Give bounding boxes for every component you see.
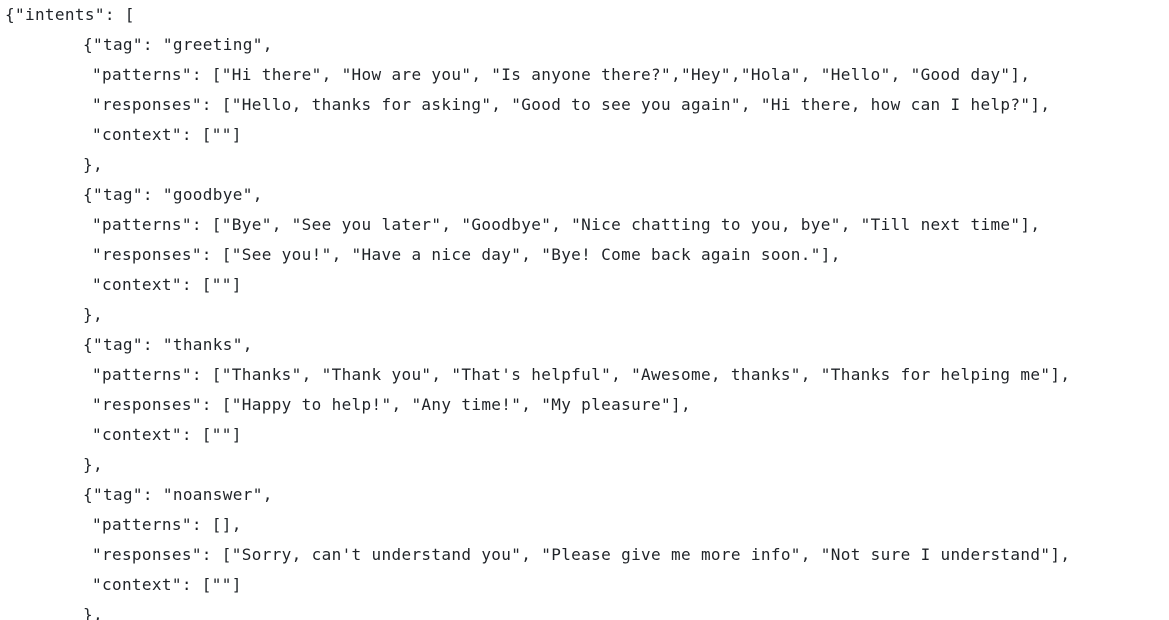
code-line-responses-thanks: "responses": ["Happy to help!", "Any tim… <box>92 395 691 414</box>
code-line-close-thanks: }, <box>83 455 103 474</box>
code-line-responses-greeting: "responses": ["Hello, thanks for asking"… <box>92 95 1051 114</box>
code-line-close-goodbye: }, <box>83 305 103 324</box>
code-line-context-noanswer: "context": [""] <box>92 575 242 594</box>
code-line-close-noanswer: }, <box>83 605 103 620</box>
code-line-tag-noanswer: {"tag": "noanswer", <box>83 485 273 504</box>
code-line-tag-greeting: {"tag": "greeting", <box>83 35 273 54</box>
code-line-patterns-thanks: "patterns": ["Thanks", "Thank you", "Tha… <box>92 365 1071 384</box>
code-line-context-goodbye: "context": [""] <box>92 275 242 294</box>
code-line-patterns-noanswer: "patterns": [], <box>92 515 242 534</box>
code-line-context-greeting: "context": [""] <box>92 125 242 144</box>
code-line-context-thanks: "context": [""] <box>92 425 242 444</box>
code-line-responses-goodbye: "responses": ["See you!", "Have a nice d… <box>92 245 841 264</box>
code-line-close-greeting: }, <box>83 155 103 174</box>
code-line-responses-noanswer: "responses": ["Sorry, can't understand y… <box>92 545 1071 564</box>
code-line-tag-goodbye: {"tag": "goodbye", <box>83 185 263 204</box>
code-line-patterns-greeting: "patterns": ["Hi there", "How are you", … <box>92 65 1031 84</box>
code-viewer: {"intents": [ {"tag": "greeting", "patte… <box>0 0 1169 620</box>
code-line-intents-open: {"intents": [ <box>5 5 135 24</box>
code-line-tag-thanks: {"tag": "thanks", <box>83 335 253 354</box>
code-line-patterns-goodbye: "patterns": ["Bye", "See you later", "Go… <box>92 215 1041 234</box>
